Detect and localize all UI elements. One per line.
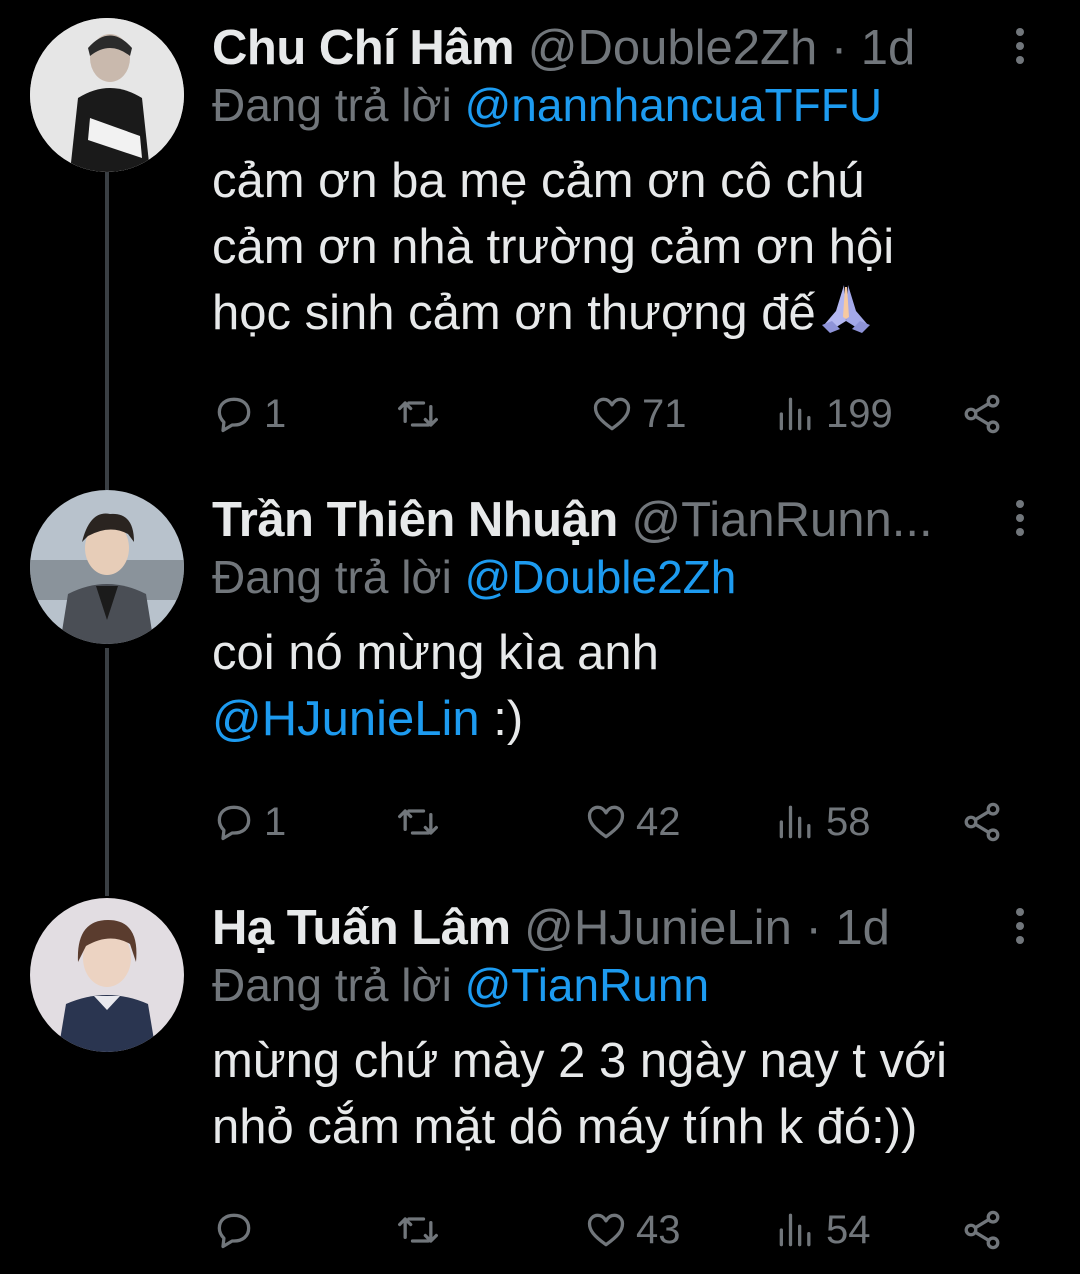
thread-connector-line bbox=[105, 170, 109, 490]
avatar[interactable] bbox=[30, 490, 184, 644]
tweet-text-line: cảm ơn ba mẹ cảm ơn cô chú bbox=[212, 154, 865, 208]
replying-prefix: Đang trả lời bbox=[212, 551, 452, 603]
display-name[interactable]: Hạ Tuấn Lâm bbox=[212, 901, 511, 955]
tweet-actions: 43 54 bbox=[212, 1200, 1020, 1260]
tweet-text-line: cảm ơn nhà trường cảm ơn hội bbox=[212, 220, 895, 274]
heart-icon bbox=[587, 1213, 625, 1247]
views-chart-icon bbox=[779, 1213, 811, 1247]
reply-icon bbox=[217, 1213, 251, 1249]
reply-thread: Chu Chí Hâm @Double2Zh · 1d Đang trả lời… bbox=[0, 0, 1080, 1274]
share-icon bbox=[964, 1210, 1000, 1250]
view-count: 199 bbox=[826, 391, 893, 436]
tweet-header: Chu Chí Hâm @Double2Zh · 1d bbox=[212, 18, 990, 78]
reply-icon bbox=[217, 805, 251, 841]
views-button[interactable]: 54 bbox=[774, 1200, 871, 1260]
like-button[interactable]: 71 bbox=[590, 384, 687, 444]
tweet-text-line: coi nó mừng kìa anh bbox=[212, 626, 659, 680]
like-button[interactable]: 43 bbox=[584, 1200, 681, 1260]
replying-to-mention[interactable]: @Double2Zh bbox=[465, 551, 737, 603]
reply-count: 1 bbox=[264, 799, 287, 844]
folded-hands-emoji-icon bbox=[816, 281, 876, 352]
like-count: 71 bbox=[642, 391, 687, 436]
timestamp: · 1d bbox=[830, 21, 916, 75]
mention-link[interactable]: @HJunieLin bbox=[212, 692, 480, 746]
replying-to-mention[interactable]: @TianRunn bbox=[465, 959, 709, 1011]
tweet-actions: 1 42 58 bbox=[212, 792, 1020, 852]
view-count: 58 bbox=[826, 799, 871, 844]
views-chart-icon bbox=[779, 397, 811, 431]
timestamp: · 1d bbox=[805, 901, 890, 955]
more-options-icon[interactable] bbox=[1008, 500, 1032, 540]
view-count: 54 bbox=[826, 1207, 871, 1252]
tweet-text-line: nhỏ cắm mặt dô máy tính k đó:)) bbox=[212, 1100, 918, 1154]
display-name[interactable]: Trần Thiên Nhuận bbox=[212, 493, 618, 547]
replying-to: Đang trả lời @nannhancuaTFFU bbox=[212, 74, 882, 136]
share-button[interactable] bbox=[960, 384, 1004, 444]
share-icon bbox=[964, 802, 1000, 842]
avatar[interactable] bbox=[30, 898, 184, 1052]
retweet-icon bbox=[398, 809, 438, 835]
retweet-button[interactable] bbox=[396, 792, 448, 852]
tweet-text-line: mừng chứ mày 2 3 ngày nay t với bbox=[212, 1034, 948, 1088]
replying-to: Đang trả lời @TianRunn bbox=[212, 954, 709, 1016]
retweet-button[interactable] bbox=[396, 1200, 448, 1260]
replying-prefix: Đang trả lời bbox=[212, 79, 452, 131]
more-options-icon[interactable] bbox=[1008, 28, 1032, 68]
like-button[interactable]: 42 bbox=[584, 792, 681, 852]
reply-count: 1 bbox=[264, 391, 287, 436]
more-options-icon[interactable] bbox=[1008, 908, 1032, 948]
tweet-header: Trần Thiên Nhuận @TianRunn... bbox=[212, 490, 990, 550]
heart-icon bbox=[587, 805, 625, 839]
tweet-text-line: học sinh cảm ơn thượng đế bbox=[212, 280, 1032, 352]
tweet-actions: 1 71 199 bbox=[212, 384, 1020, 444]
replying-to: Đang trả lời @Double2Zh bbox=[212, 546, 736, 608]
retweet-icon bbox=[398, 1217, 438, 1243]
reply-button[interactable] bbox=[212, 1200, 264, 1260]
thread-connector-line bbox=[105, 648, 109, 896]
avatar[interactable] bbox=[30, 18, 184, 172]
replying-prefix: Đang trả lời bbox=[212, 959, 452, 1011]
reply-button[interactable]: 1 bbox=[212, 384, 286, 444]
tweet-text-segment: :) bbox=[479, 692, 524, 746]
tweet-text: mừng chứ mày 2 3 ngày nay t với nhỏ cắm … bbox=[212, 1028, 1032, 1160]
retweet-icon bbox=[398, 401, 438, 427]
tweet-header: Hạ Tuấn Lâm @HJunieLin · 1d bbox=[212, 898, 990, 958]
display-name[interactable]: Chu Chí Hâm bbox=[212, 21, 515, 75]
heart-icon bbox=[593, 397, 631, 431]
tweet-text-line: @HJunieLin :) bbox=[212, 686, 1032, 752]
retweet-button[interactable] bbox=[396, 384, 448, 444]
tweet-text: coi nó mừng kìa anh @HJunieLin :) bbox=[212, 620, 1032, 752]
views-button[interactable]: 58 bbox=[774, 792, 871, 852]
share-button[interactable] bbox=[960, 792, 1004, 852]
reply-icon bbox=[217, 397, 251, 433]
like-count: 43 bbox=[636, 1207, 681, 1252]
user-handle[interactable]: @Double2Zh bbox=[528, 21, 817, 75]
views-chart-icon bbox=[779, 805, 811, 839]
tweet-text-segment: học sinh cảm ơn thượng đế bbox=[212, 286, 816, 340]
user-handle[interactable]: @TianRunn... bbox=[631, 493, 932, 547]
like-count: 42 bbox=[636, 799, 681, 844]
replying-to-mention[interactable]: @nannhancuaTFFU bbox=[465, 79, 882, 131]
views-button[interactable]: 199 bbox=[774, 384, 893, 444]
share-button[interactable] bbox=[960, 1200, 1004, 1260]
tweet-text: cảm ơn ba mẹ cảm ơn cô chú cảm ơn nhà tr… bbox=[212, 148, 1032, 352]
share-icon bbox=[964, 394, 1000, 434]
user-handle[interactable]: @HJunieLin bbox=[524, 901, 792, 955]
reply-button[interactable]: 1 bbox=[212, 792, 286, 852]
